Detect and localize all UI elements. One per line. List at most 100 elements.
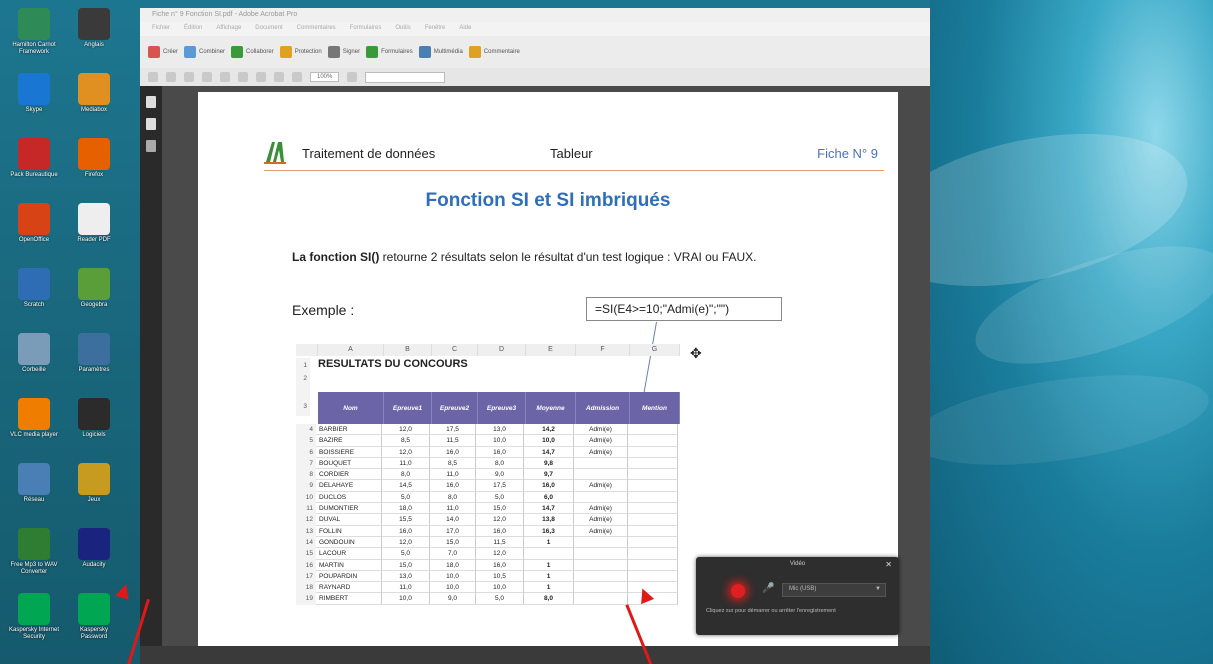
desktop-shortcut[interactable]: Anglais [66,6,122,70]
desktop-shortcut[interactable]: Jeux [66,461,122,525]
desktop-shortcut[interactable]: Hamilton Carnot Framework [6,6,62,70]
menu-item[interactable]: Fichier [152,25,170,33]
quick-toolbar: 100% [140,68,930,86]
email-icon[interactable] [184,72,194,82]
toolbar-button[interactable]: Collaborer [231,46,274,58]
prev-page-icon[interactable] [202,72,212,82]
toolbar-button[interactable]: Multimédia [418,46,463,58]
microphone-select[interactable]: Mic (USB) ▼ [782,583,886,597]
next-page-icon[interactable] [220,72,230,82]
save-icon[interactable] [148,72,158,82]
bookmarks-icon[interactable] [146,118,156,130]
table-cell: 1 [524,582,574,594]
table-cell: 12,0 [476,548,524,560]
pages-icon[interactable] [146,96,156,108]
toolbar-button[interactable]: Signer [327,46,360,58]
table-cell [574,491,628,504]
desktop-shortcut[interactable]: Skype [6,71,62,135]
zoom-in-icon[interactable] [292,72,302,82]
table-row: 15 LACOUR 5,0 7,0 12,0 [296,548,678,560]
toolbar-button[interactable]: Commentaire [468,46,520,58]
zoom-level[interactable]: 100% [310,72,340,82]
table-cell: Admi(e) [574,525,628,537]
table-cell: 15,0 [476,503,524,515]
menu-item[interactable]: Édition [184,25,202,33]
row-numbers-top: 1 2 3 [296,358,310,416]
menu-item[interactable]: Outils [395,25,410,33]
desktop-shortcut[interactable]: Paramètres [66,331,122,395]
toolbar-button-label: Créer [163,49,179,55]
desktop-shortcut[interactable]: Reader PDF [66,201,122,265]
table-cell [574,559,628,571]
table-header-row: Nom Epreuve1 Epreuve2 Epreuve3 Moyenne Admiss… [318,392,680,424]
desktop-shortcut[interactable]: Firefox [66,136,122,200]
toolbar-button-label: Commentaire [483,49,520,55]
row-number: 13 [296,525,316,537]
menu-item[interactable]: Formulaires [350,25,382,33]
table-cell: 12,0 [382,446,430,458]
row-number: 6 [296,446,316,458]
column-header: C [432,344,478,356]
desktop-shortcut[interactable]: Scratch [6,266,62,330]
fit-page-icon[interactable] [347,72,358,82]
menu-item[interactable]: Commentaires [297,25,336,33]
toolbar-button[interactable]: Protection [279,46,322,58]
close-icon[interactable]: ✕ [885,560,892,569]
microphone-icon[interactable]: 🎤 [762,583,774,594]
desktop-shortcut[interactable]: Pack Bureautique [6,136,62,200]
hand-icon[interactable] [256,72,266,82]
desktop-shortcut[interactable]: Logiciels [66,396,122,460]
app-icon [18,593,50,625]
menu-item[interactable]: Aide [459,25,471,33]
table-row: 5 BAZIRE 8,5 11,5 10,0 10,0 Admi(e) [296,435,678,447]
desktop-shortcut[interactable]: Kaspersky Internet Security [6,591,62,655]
toolbar-button[interactable]: Formulaires [366,46,413,58]
table-cell: 14,7 [524,503,574,515]
table-row: 18 RAYNARD 11,0 10,0 10,0 1 [296,582,678,594]
table-cell [628,525,678,537]
table-cell: Admi(e) [574,503,628,515]
table-cell: 13,0 [476,424,524,436]
record-button[interactable] [731,584,745,598]
column-headers: ABCDEFG [296,344,680,356]
app-icon [78,463,110,495]
table-cell: 11,0 [382,457,430,470]
microphone-select-value: Mic (USB) [789,586,817,592]
table-cell: 5,0 [476,491,524,504]
desktop-shortcut[interactable]: Mediabox [66,71,122,135]
table-cell: 16,0 [430,446,476,458]
desktop-shortcut-label: Paramètres [78,367,110,373]
attachments-icon[interactable] [146,140,156,152]
table-cell [628,536,678,549]
desktop-shortcut[interactable]: Corbeille [6,331,62,395]
desktop-shortcut[interactable]: Audacity [66,526,122,590]
table-row: 19 RIMBERT 10,0 9,0 5,0 8,0 [296,593,678,605]
desktop-shortcut-label: VLC media player [10,432,58,438]
desktop-shortcut[interactable]: Free Mp3 to WAV Converter [6,526,62,590]
find-input[interactable] [365,71,446,83]
toolbar-button[interactable]: Créer [148,46,178,58]
zoom-out-icon[interactable] [274,72,284,82]
app-icon [18,528,50,560]
desktop-shortcut[interactable]: Geogebra [66,266,122,330]
menu-item[interactable]: Affichage [216,25,241,33]
table-cell: 1 [524,570,574,583]
print-icon[interactable] [166,72,176,82]
table-cell [628,446,678,458]
toolbar-button-label: Combiner [199,49,226,55]
toolbar-button[interactable]: Combiner [184,46,225,58]
desktop-shortcut[interactable]: Kaspersky Password [66,591,122,655]
menu-item[interactable]: Document [255,25,282,33]
menu-item[interactable]: Fenêtre [425,25,446,33]
toolbar-button-label: Collaborer [246,49,274,55]
desktop-shortcut[interactable]: Réseau [6,461,62,525]
table-cell: 13,0 [382,570,430,583]
table-cell: 10,0 [382,593,430,605]
desktop-shortcut[interactable]: VLC media player [6,396,62,460]
row-number: 12 [296,514,316,526]
table-cell: 14,2 [524,424,574,436]
row-number: 3 [296,384,310,416]
desktop-shortcut[interactable]: OpenOffice [6,201,62,265]
move-cursor-icon: ✥ [690,345,702,361]
select-icon[interactable] [238,72,248,82]
